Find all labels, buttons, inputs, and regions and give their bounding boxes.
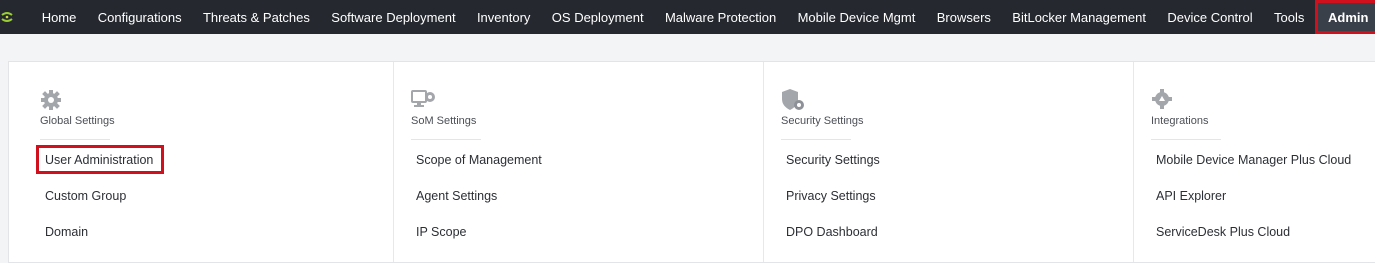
link-servicedesk-plus-cloud[interactable]: ServiceDesk Plus Cloud (1156, 225, 1290, 239)
column-divider (411, 139, 481, 140)
nav-item-threats-patches[interactable]: Threats & Patches (192, 0, 320, 34)
shield-gear-icon (781, 87, 807, 113)
nav-item-mobile-device-mgmt[interactable]: Mobile Device Mgmt (787, 0, 926, 34)
security-settings-column: Security Settings Security Settings Priv… (763, 62, 1134, 262)
admin-settings-panel: Global Settings User Administration Cust… (8, 61, 1375, 263)
column-divider (40, 139, 110, 140)
link-scope-of-management[interactable]: Scope of Management (416, 153, 542, 167)
column-title: Security Settings (781, 115, 864, 127)
global-settings-column: Global Settings User Administration Cust… (40, 62, 392, 262)
link-privacy-settings[interactable]: Privacy Settings (786, 189, 876, 203)
nav-item-malware-protection[interactable]: Malware Protection (654, 0, 787, 34)
nav-item-admin[interactable]: Admin (1315, 0, 1375, 34)
nav-menu: Home Configurations Threats & Patches So… (31, 0, 1375, 34)
nav-item-os-deployment[interactable]: OS Deployment (541, 0, 654, 34)
link-mobile-device-manager-plus-cloud[interactable]: Mobile Device Manager Plus Cloud (1156, 153, 1351, 167)
column-title: Global Settings (40, 115, 115, 127)
nav-item-device-control[interactable]: Device Control (1157, 0, 1264, 34)
nav-item-home[interactable]: Home (31, 0, 87, 34)
integration-gear-icon (1151, 87, 1177, 113)
link-dpo-dashboard[interactable]: DPO Dashboard (786, 225, 878, 239)
som-settings-column: SoM Settings Scope of Management Agent S… (393, 62, 764, 262)
link-custom-group[interactable]: Custom Group (45, 189, 126, 203)
link-user-administration[interactable]: User Administration (45, 153, 153, 167)
column-divider (781, 139, 851, 140)
nav-item-configurations[interactable]: Configurations (87, 0, 192, 34)
link-ip-scope[interactable]: IP Scope (416, 225, 467, 239)
nav-item-tools[interactable]: Tools (1263, 0, 1315, 34)
link-domain[interactable]: Domain (45, 225, 88, 239)
computer-gear-icon (411, 87, 437, 113)
integrations-column: Integrations Mobile Device Manager Plus … (1133, 62, 1375, 262)
link-api-explorer[interactable]: API Explorer (1156, 189, 1226, 203)
nav-item-inventory[interactable]: Inventory (466, 0, 541, 34)
column-title: SoM Settings (411, 115, 477, 127)
column-title: Integrations (1151, 115, 1209, 127)
link-security-settings[interactable]: Security Settings (786, 153, 880, 167)
top-navigation-bar: Home Configurations Threats & Patches So… (0, 0, 1375, 34)
column-divider (1151, 139, 1221, 140)
nav-item-bitlocker-management[interactable]: BitLocker Management (1002, 0, 1157, 34)
gear-icon (40, 87, 66, 113)
logo-icon[interactable] (0, 0, 14, 34)
link-agent-settings[interactable]: Agent Settings (416, 189, 497, 203)
nav-item-software-deployment[interactable]: Software Deployment (321, 0, 467, 34)
nav-item-browsers[interactable]: Browsers (926, 0, 1002, 34)
